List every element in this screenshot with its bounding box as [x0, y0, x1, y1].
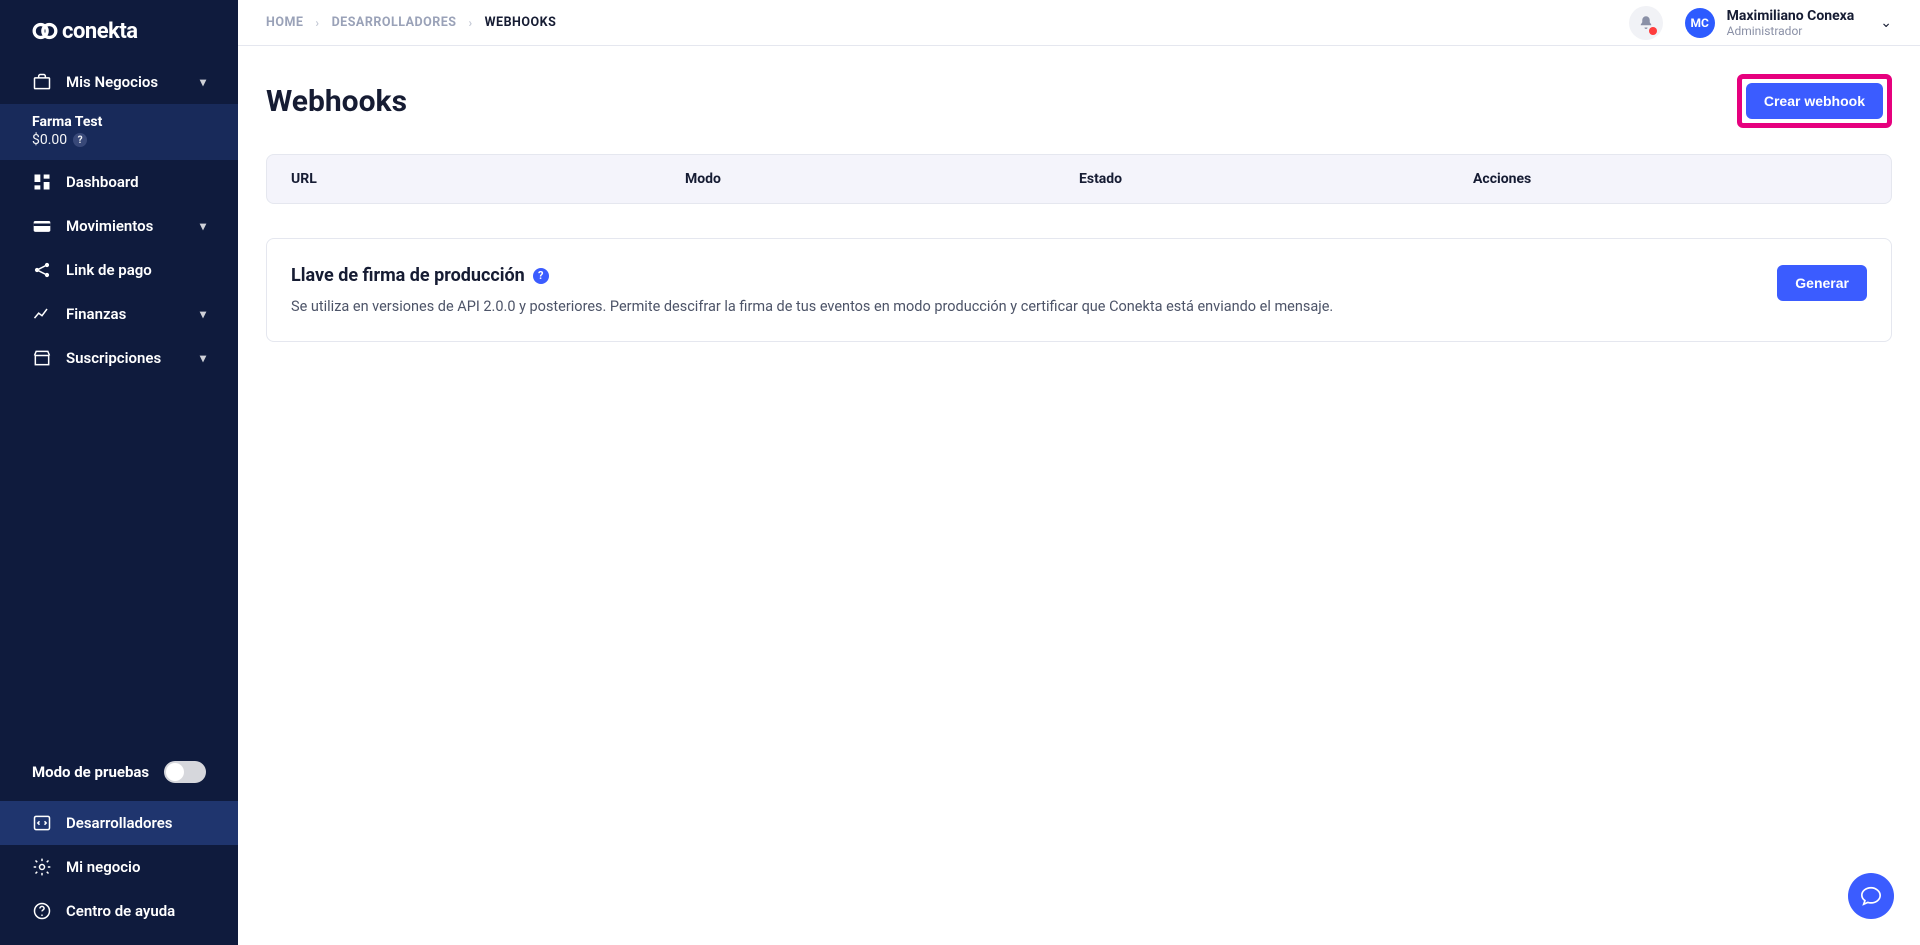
sidebar-item-link-pago[interactable]: Link de pago — [0, 248, 238, 292]
sidebar-item-movimientos[interactable]: Movimientos ▾ — [0, 204, 238, 248]
webhooks-table: URL Modo Estado Acciones — [266, 154, 1892, 204]
signing-key-card: Llave de firma de producción ? Se utiliz… — [266, 238, 1892, 342]
sidebar-label: Dashboard — [66, 173, 139, 191]
highlight-box: Crear webhook — [1737, 74, 1892, 128]
store-icon — [32, 348, 52, 368]
sidebar: conekta Mis Negocios ▾ Farma Test $0.00 … — [0, 0, 238, 945]
page-header: Webhooks Crear webhook — [266, 74, 1892, 128]
test-mode-toggle[interactable] — [164, 761, 206, 783]
signing-key-desc: Se utiliza en versiones de API 2.0.0 y p… — [291, 298, 1753, 315]
help-icon[interactable]: ? — [533, 268, 549, 284]
content: Webhooks Crear webhook URL Modo Estado A… — [238, 46, 1920, 370]
chevron-down-icon: ▾ — [200, 351, 206, 365]
generate-button[interactable]: Generar — [1777, 265, 1867, 301]
table-header: URL Modo Estado Acciones — [267, 155, 1891, 203]
sidebar-label: Movimientos — [66, 217, 153, 235]
chat-fab[interactable] — [1848, 873, 1894, 919]
test-mode-label: Modo de pruebas — [32, 763, 149, 781]
avatar: MC — [1685, 8, 1715, 38]
user-name: Maximiliano Conexa — [1727, 8, 1855, 24]
user-menu[interactable]: MC Maximiliano Conexa Administrador ⌄ — [1685, 8, 1892, 38]
chevron-right-icon: › — [468, 16, 472, 30]
sidebar-item-centro-ayuda[interactable]: Centro de ayuda — [0, 889, 238, 933]
sidebar-label: Mis Negocios — [66, 73, 158, 91]
briefcase-icon — [32, 72, 52, 92]
breadcrumb-home[interactable]: HOME — [266, 15, 303, 30]
chat-icon — [1860, 885, 1882, 907]
dashboard-icon — [32, 172, 52, 192]
page-title: Webhooks — [266, 84, 407, 119]
sidebar-label: Link de pago — [66, 261, 152, 279]
account-name: Farma Test — [32, 114, 206, 130]
sidebar-label: Suscripciones — [66, 349, 161, 367]
topbar: HOME › DESARROLLADORES › WEBHOOKS MC Max… — [238, 0, 1920, 46]
notifications-button[interactable] — [1629, 6, 1663, 40]
sidebar-item-mi-negocio[interactable]: Mi negocio — [0, 845, 238, 889]
gear-icon — [32, 857, 52, 877]
breadcrumb: HOME › DESARROLLADORES › WEBHOOKS — [266, 15, 556, 30]
column-url: URL — [291, 171, 685, 187]
account-balance: $0.00 — [32, 132, 67, 148]
breadcrumb-dev[interactable]: DESARROLLADORES — [332, 15, 457, 30]
sidebar-label: Finanzas — [66, 305, 126, 323]
code-icon — [32, 813, 52, 833]
chevron-down-icon: ▾ — [200, 219, 206, 233]
brand-logo[interactable]: conekta — [0, 0, 238, 52]
main: HOME › DESARROLLADORES › WEBHOOKS MC Max… — [238, 0, 1920, 945]
share-icon — [32, 260, 52, 280]
sidebar-item-desarrolladores[interactable]: Desarrolladores — [0, 801, 238, 845]
sidebar-item-suscripciones[interactable]: Suscripciones ▾ — [0, 336, 238, 380]
sidebar-label: Centro de ayuda — [66, 902, 175, 920]
brand-name: conekta — [62, 19, 138, 44]
sidebar-nav: Mis Negocios ▾ Farma Test $0.00 ? Dashbo… — [0, 52, 238, 749]
chevron-right-icon: › — [315, 16, 319, 30]
chevron-down-icon: ⌄ — [1880, 15, 1892, 31]
user-role: Administrador — [1727, 24, 1855, 38]
sidebar-item-finanzas[interactable]: Finanzas ▾ — [0, 292, 238, 336]
column-acciones: Acciones — [1473, 171, 1867, 187]
chevron-down-icon: ▾ — [200, 307, 206, 321]
sidebar-account[interactable]: Farma Test $0.00 ? — [0, 104, 238, 160]
topbar-right: MC Maximiliano Conexa Administrador ⌄ — [1629, 6, 1892, 40]
signing-key-title: Llave de firma de producción — [291, 265, 525, 286]
column-modo: Modo — [685, 171, 1079, 187]
column-estado: Estado — [1079, 171, 1473, 187]
sidebar-label: Mi negocio — [66, 858, 140, 876]
signing-key-text: Llave de firma de producción ? Se utiliz… — [291, 265, 1753, 315]
chevron-down-icon: ▾ — [200, 75, 206, 89]
help-circle-icon — [32, 901, 52, 921]
help-icon[interactable]: ? — [73, 133, 87, 147]
chart-line-icon — [32, 304, 52, 324]
sidebar-item-dashboard[interactable]: Dashboard — [0, 160, 238, 204]
test-mode-row: Modo de pruebas — [0, 749, 238, 801]
create-webhook-button[interactable]: Crear webhook — [1746, 83, 1883, 119]
notification-dot-icon — [1649, 27, 1657, 35]
sidebar-bottom: Modo de pruebas Desarrolladores Mi negoc… — [0, 749, 238, 945]
transactions-icon — [32, 216, 52, 236]
user-text: Maximiliano Conexa Administrador — [1727, 8, 1855, 38]
conekta-logo-icon — [32, 18, 58, 44]
sidebar-item-mis-negocios[interactable]: Mis Negocios ▾ — [0, 60, 238, 104]
breadcrumb-current: WEBHOOKS — [485, 15, 557, 30]
sidebar-label: Desarrolladores — [66, 814, 173, 832]
